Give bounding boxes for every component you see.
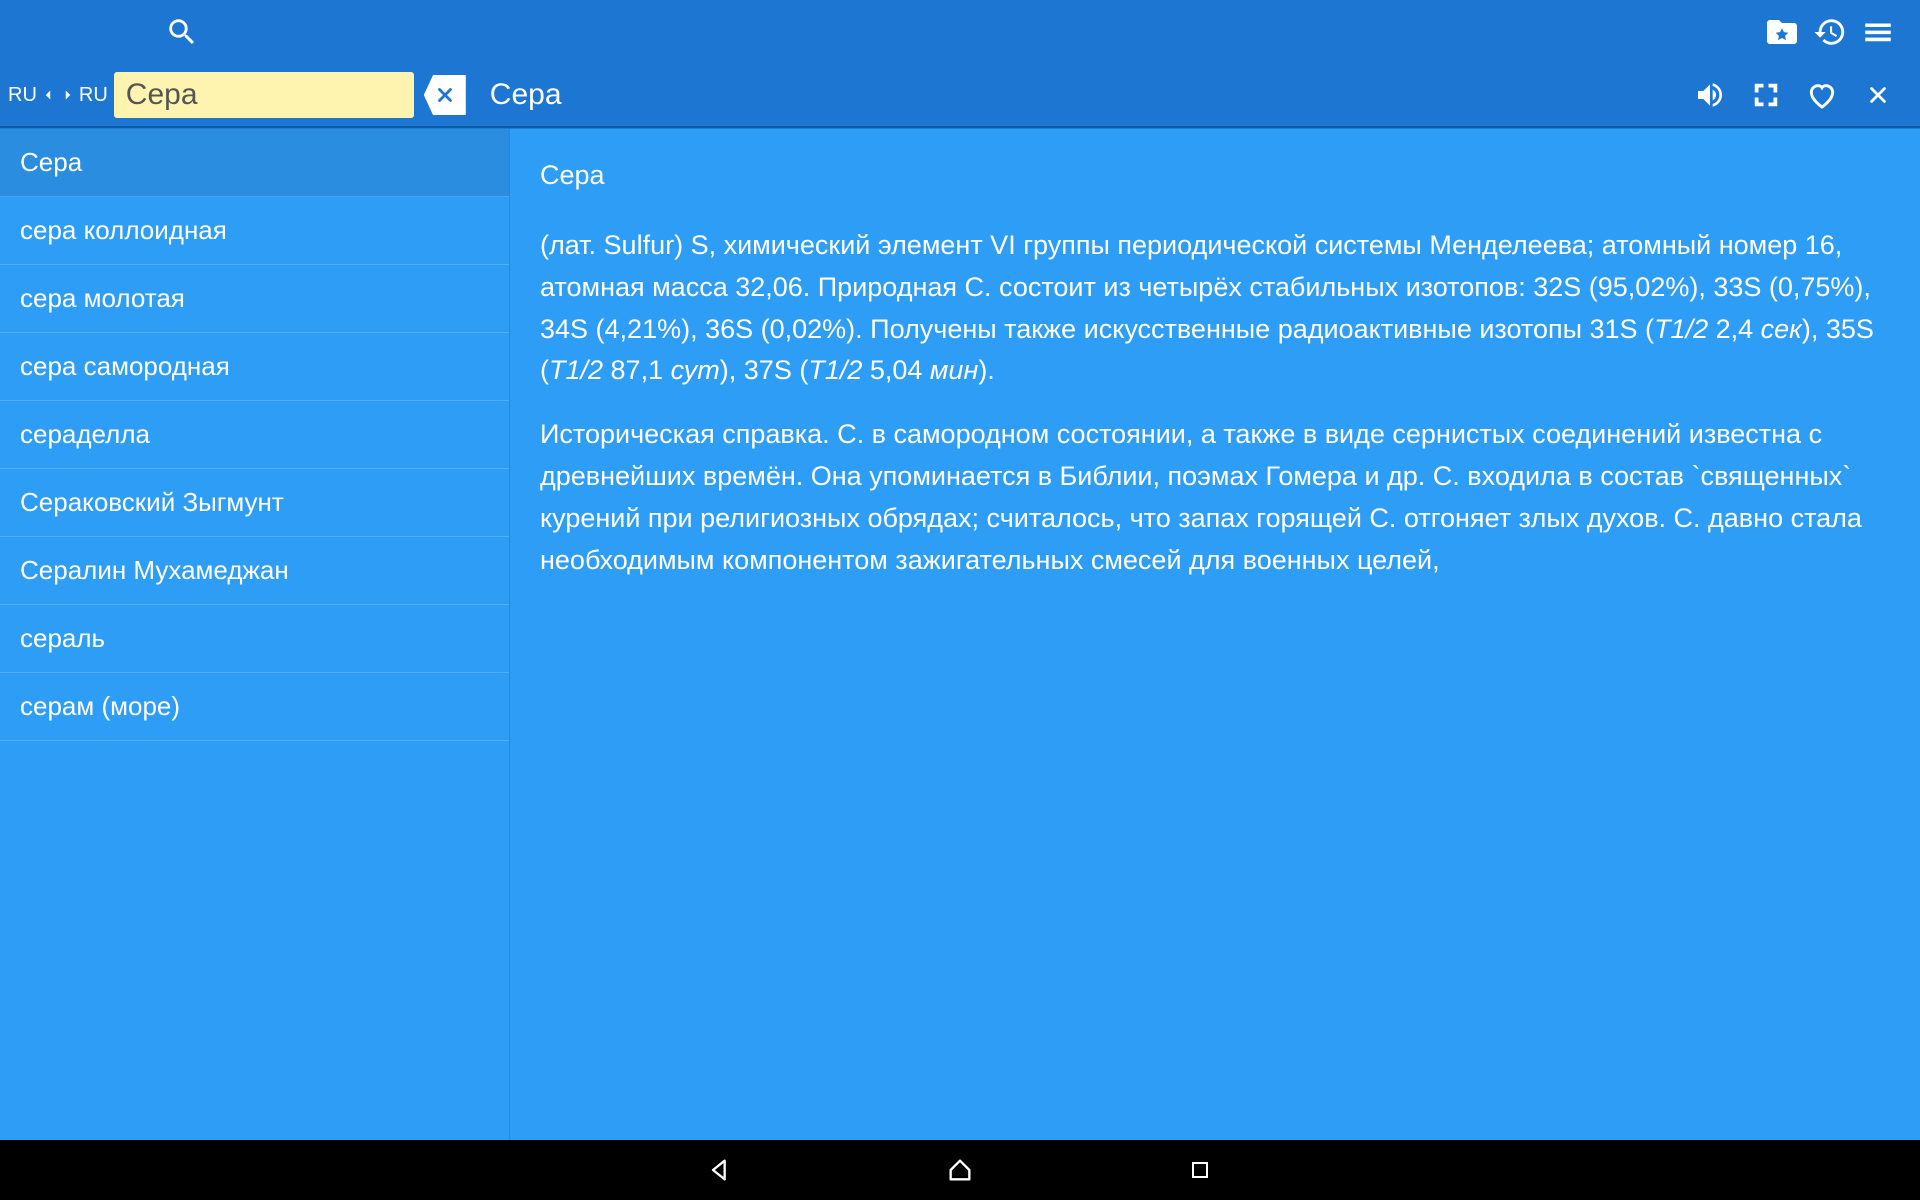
list-item-label: серам (море) <box>20 691 180 722</box>
headword-title: Сера <box>466 78 1686 112</box>
article-paragraph: (лат. Sulfur) S, химический элемент VI г… <box>540 225 1890 392</box>
list-item[interactable]: серам (море) <box>0 673 509 741</box>
nav-home-icon[interactable] <box>940 1150 980 1190</box>
chevron-right-icon <box>59 86 77 104</box>
list-item[interactable]: сера самородная <box>0 333 509 401</box>
article-paragraph: Историческая справка. С. в самородном со… <box>540 414 1890 581</box>
fullscreen-icon[interactable] <box>1742 71 1790 119</box>
list-item[interactable]: Сераковский Зыгмунт <box>0 469 509 537</box>
list-item-label: Сера <box>20 147 82 178</box>
close-icon[interactable] <box>1854 71 1902 119</box>
clear-search-button[interactable] <box>424 75 466 115</box>
list-item[interactable]: сераделла <box>0 401 509 469</box>
language-direction[interactable]: RU RU <box>8 84 108 107</box>
article-title: Сера <box>540 155 1890 197</box>
list-item-label: Сераковский Зыгмунт <box>20 487 284 518</box>
menu-icon[interactable] <box>1854 8 1902 56</box>
list-item[interactable]: Сералин Мухамеджан <box>0 537 509 605</box>
list-item-label: сераль <box>20 623 105 654</box>
list-item-label: сера самородная <box>20 351 230 382</box>
list-item[interactable]: сера молотая <box>0 265 509 333</box>
app-toolbar <box>0 0 1920 64</box>
audio-icon[interactable] <box>1686 71 1734 119</box>
chevron-left-icon <box>39 86 57 104</box>
favorites-folder-icon[interactable] <box>1758 8 1806 56</box>
search-icon[interactable] <box>158 8 206 56</box>
main-split: Сера сера коллоидная сера молотая сера само… <box>0 128 1920 1140</box>
results-sidebar[interactable]: Сера сера коллоидная сера молотая сера само… <box>0 129 510 1140</box>
list-item-label: сераделла <box>20 419 150 450</box>
favorite-icon[interactable] <box>1798 71 1846 119</box>
lang-from: RU <box>8 84 37 107</box>
list-item-label: сера молотая <box>20 283 185 314</box>
list-item[interactable]: Сера <box>0 129 509 197</box>
list-item-label: Сералин Мухамеджан <box>20 555 289 586</box>
history-icon[interactable] <box>1806 8 1854 56</box>
nav-back-icon[interactable] <box>700 1150 740 1190</box>
lang-to: RU <box>79 84 108 107</box>
list-item[interactable]: сераль <box>0 605 509 673</box>
search-input[interactable] <box>114 72 414 118</box>
search-toolbar: RU RU Сера <box>0 64 1920 128</box>
article-content[interactable]: Сера (лат. Sulfur) S, химический элемент… <box>510 129 1920 1140</box>
android-navbar <box>0 1140 1920 1200</box>
list-item[interactable]: сера коллоидная <box>0 197 509 265</box>
list-item-label: сера коллоидная <box>20 215 227 246</box>
nav-recent-icon[interactable] <box>1180 1150 1220 1190</box>
